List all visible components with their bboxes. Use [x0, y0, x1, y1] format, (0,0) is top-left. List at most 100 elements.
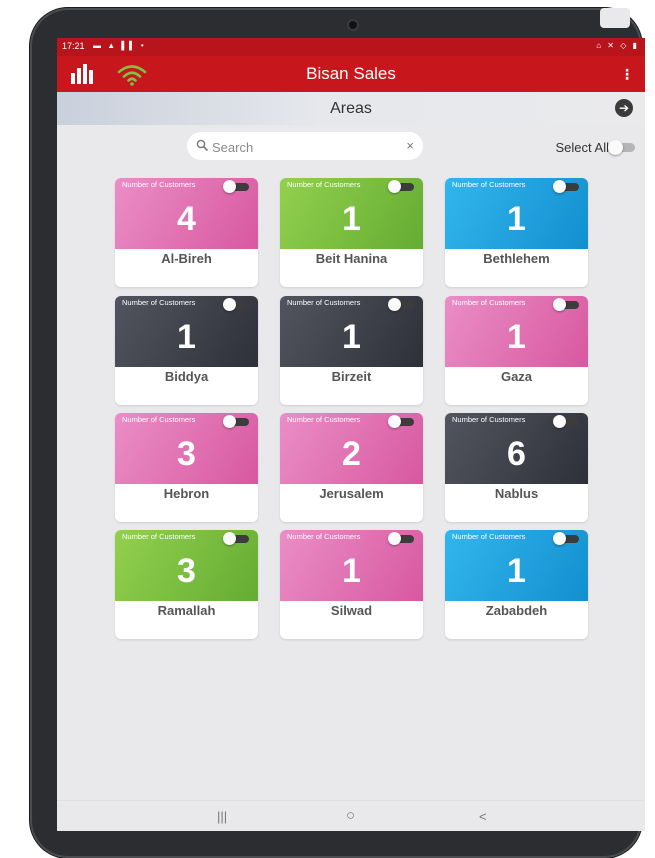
select-all-label: Select All — [555, 140, 609, 155]
area-card[interactable]: Number of Customers 2 Jerusalem — [280, 413, 423, 522]
status-time: 17:21 — [62, 41, 85, 51]
area-card[interactable]: Number of Customers 1 Biddya — [115, 296, 258, 405]
area-card-header: Number of Customers 3 — [115, 413, 258, 484]
area-card-toggle[interactable] — [223, 180, 251, 193]
customer-count: 3 — [177, 435, 196, 473]
area-card-toggle[interactable] — [223, 532, 251, 545]
area-card[interactable]: Number of Customers 1 Gaza — [445, 296, 588, 405]
area-name: Jerusalem — [319, 486, 384, 501]
toggle-knob — [388, 415, 401, 428]
select-all-control[interactable]: Select All — [521, 139, 641, 157]
search-input[interactable] — [210, 137, 394, 157]
customers-label: Number of Customers — [452, 298, 526, 307]
area-name: Zababdeh — [485, 603, 548, 618]
area-card-header: Number of Customers 1 — [280, 530, 423, 601]
toggle-track — [223, 532, 249, 545]
toggle-knob — [553, 180, 566, 193]
customer-count: 1 — [507, 200, 526, 238]
toggle-track — [388, 532, 414, 545]
area-card[interactable]: Number of Customers 1 Zababdeh — [445, 530, 588, 639]
toggle-track — [388, 415, 414, 428]
customer-count: 1 — [342, 318, 361, 356]
customers-label: Number of Customers — [452, 415, 526, 424]
toggle-track — [388, 298, 414, 311]
toggle-knob — [223, 532, 236, 545]
toggle-knob — [553, 532, 566, 545]
search-icon — [196, 139, 208, 151]
background-window-edge — [600, 8, 630, 28]
area-card[interactable]: Number of Customers 1 Bethlehem — [445, 178, 588, 287]
home-button[interactable]: ○ — [346, 807, 355, 824]
area-card-toggle[interactable] — [388, 180, 416, 193]
toggle-knob — [223, 298, 236, 311]
toggle-track — [553, 415, 579, 428]
area-card-header: Number of Customers 1 — [115, 296, 258, 367]
area-card-header: Number of Customers 1 — [445, 178, 588, 249]
area-card[interactable]: Number of Customers 3 Hebron — [115, 413, 258, 522]
search-bar[interactable]: × — [187, 132, 423, 160]
system-status-icons: ⌂ ✕ ◇ ▮ — [596, 41, 639, 50]
overflow-menu-icon[interactable]: ⋮ — [619, 66, 635, 82]
system-nav-bar: ||| ○ < — [57, 800, 645, 831]
area-name: Ramallah — [157, 603, 216, 618]
toggle-track — [553, 532, 579, 545]
toggle-track — [223, 180, 249, 193]
area-card[interactable]: Number of Customers 1 Silwad — [280, 530, 423, 639]
select-all-toggle[interactable] — [608, 140, 635, 155]
toggle-knob — [388, 180, 401, 193]
page-title: Areas — [330, 100, 372, 117]
area-card[interactable]: Number of Customers 1 Birzeit — [280, 296, 423, 405]
area-card[interactable]: Number of Customers 1 Beit Hanina — [280, 178, 423, 287]
notification-icons: ▬ ▲ ▌▌ • — [93, 41, 146, 50]
customers-label: Number of Customers — [287, 532, 361, 541]
area-card-header: Number of Customers 6 — [445, 413, 588, 484]
customer-count: 1 — [507, 318, 526, 356]
arrow-right-icon[interactable]: ➔ — [615, 99, 633, 117]
area-name: Bethlehem — [483, 251, 550, 266]
customers-label: Number of Customers — [452, 532, 526, 541]
area-card-toggle[interactable] — [223, 298, 251, 311]
toggle-track — [553, 180, 579, 193]
customer-count: 6 — [507, 435, 526, 473]
area-card-header: Number of Customers 1 — [445, 296, 588, 367]
toggle-knob — [553, 415, 566, 428]
customers-label: Number of Customers — [122, 415, 196, 424]
toggle-track — [223, 298, 249, 311]
area-name: Nablus — [494, 486, 539, 501]
status-bar: 17:21 ▬ ▲ ▌▌ • ⌂ ✕ ◇ ▮ — [57, 38, 645, 56]
toggle-knob — [223, 415, 236, 428]
clear-search-icon[interactable]: × — [406, 138, 414, 153]
areas-header: Areas ➔ — [57, 92, 645, 125]
customer-count: 1 — [342, 200, 361, 238]
area-card-header: Number of Customers 1 — [280, 178, 423, 249]
front-camera — [349, 21, 357, 29]
customers-label: Number of Customers — [287, 415, 361, 424]
customer-count: 1 — [342, 552, 361, 590]
area-card-toggle[interactable] — [388, 298, 416, 311]
area-card-toggle[interactable] — [223, 415, 251, 428]
recents-button[interactable]: ||| — [217, 809, 227, 824]
area-card-toggle[interactable] — [553, 180, 581, 193]
area-card-toggle[interactable] — [388, 532, 416, 545]
area-name: Beit Hanina — [315, 251, 388, 266]
customer-count: 1 — [507, 552, 526, 590]
customers-label: Number of Customers — [287, 298, 361, 307]
back-button[interactable]: < — [479, 809, 487, 824]
area-name: Silwad — [330, 603, 373, 618]
toggle-track — [553, 298, 579, 311]
area-card-toggle[interactable] — [553, 532, 581, 545]
toggle-track — [223, 415, 249, 428]
area-name: Hebron — [163, 486, 210, 501]
area-card-toggle[interactable] — [553, 415, 581, 428]
area-name: Al-Bireh — [161, 251, 212, 266]
area-card[interactable]: Number of Customers 6 Nablus — [445, 413, 588, 522]
area-card-header: Number of Customers 1 — [445, 530, 588, 601]
customer-count: 3 — [177, 552, 196, 590]
area-card-toggle[interactable] — [388, 415, 416, 428]
area-card-toggle[interactable] — [553, 298, 581, 311]
customers-label: Number of Customers — [287, 180, 361, 189]
area-card[interactable]: Number of Customers 4 Al-Bireh — [115, 178, 258, 287]
area-card[interactable]: Number of Customers 3 Ramallah — [115, 530, 258, 639]
area-card-header: Number of Customers 4 — [115, 178, 258, 249]
toggle-knob — [388, 298, 401, 311]
